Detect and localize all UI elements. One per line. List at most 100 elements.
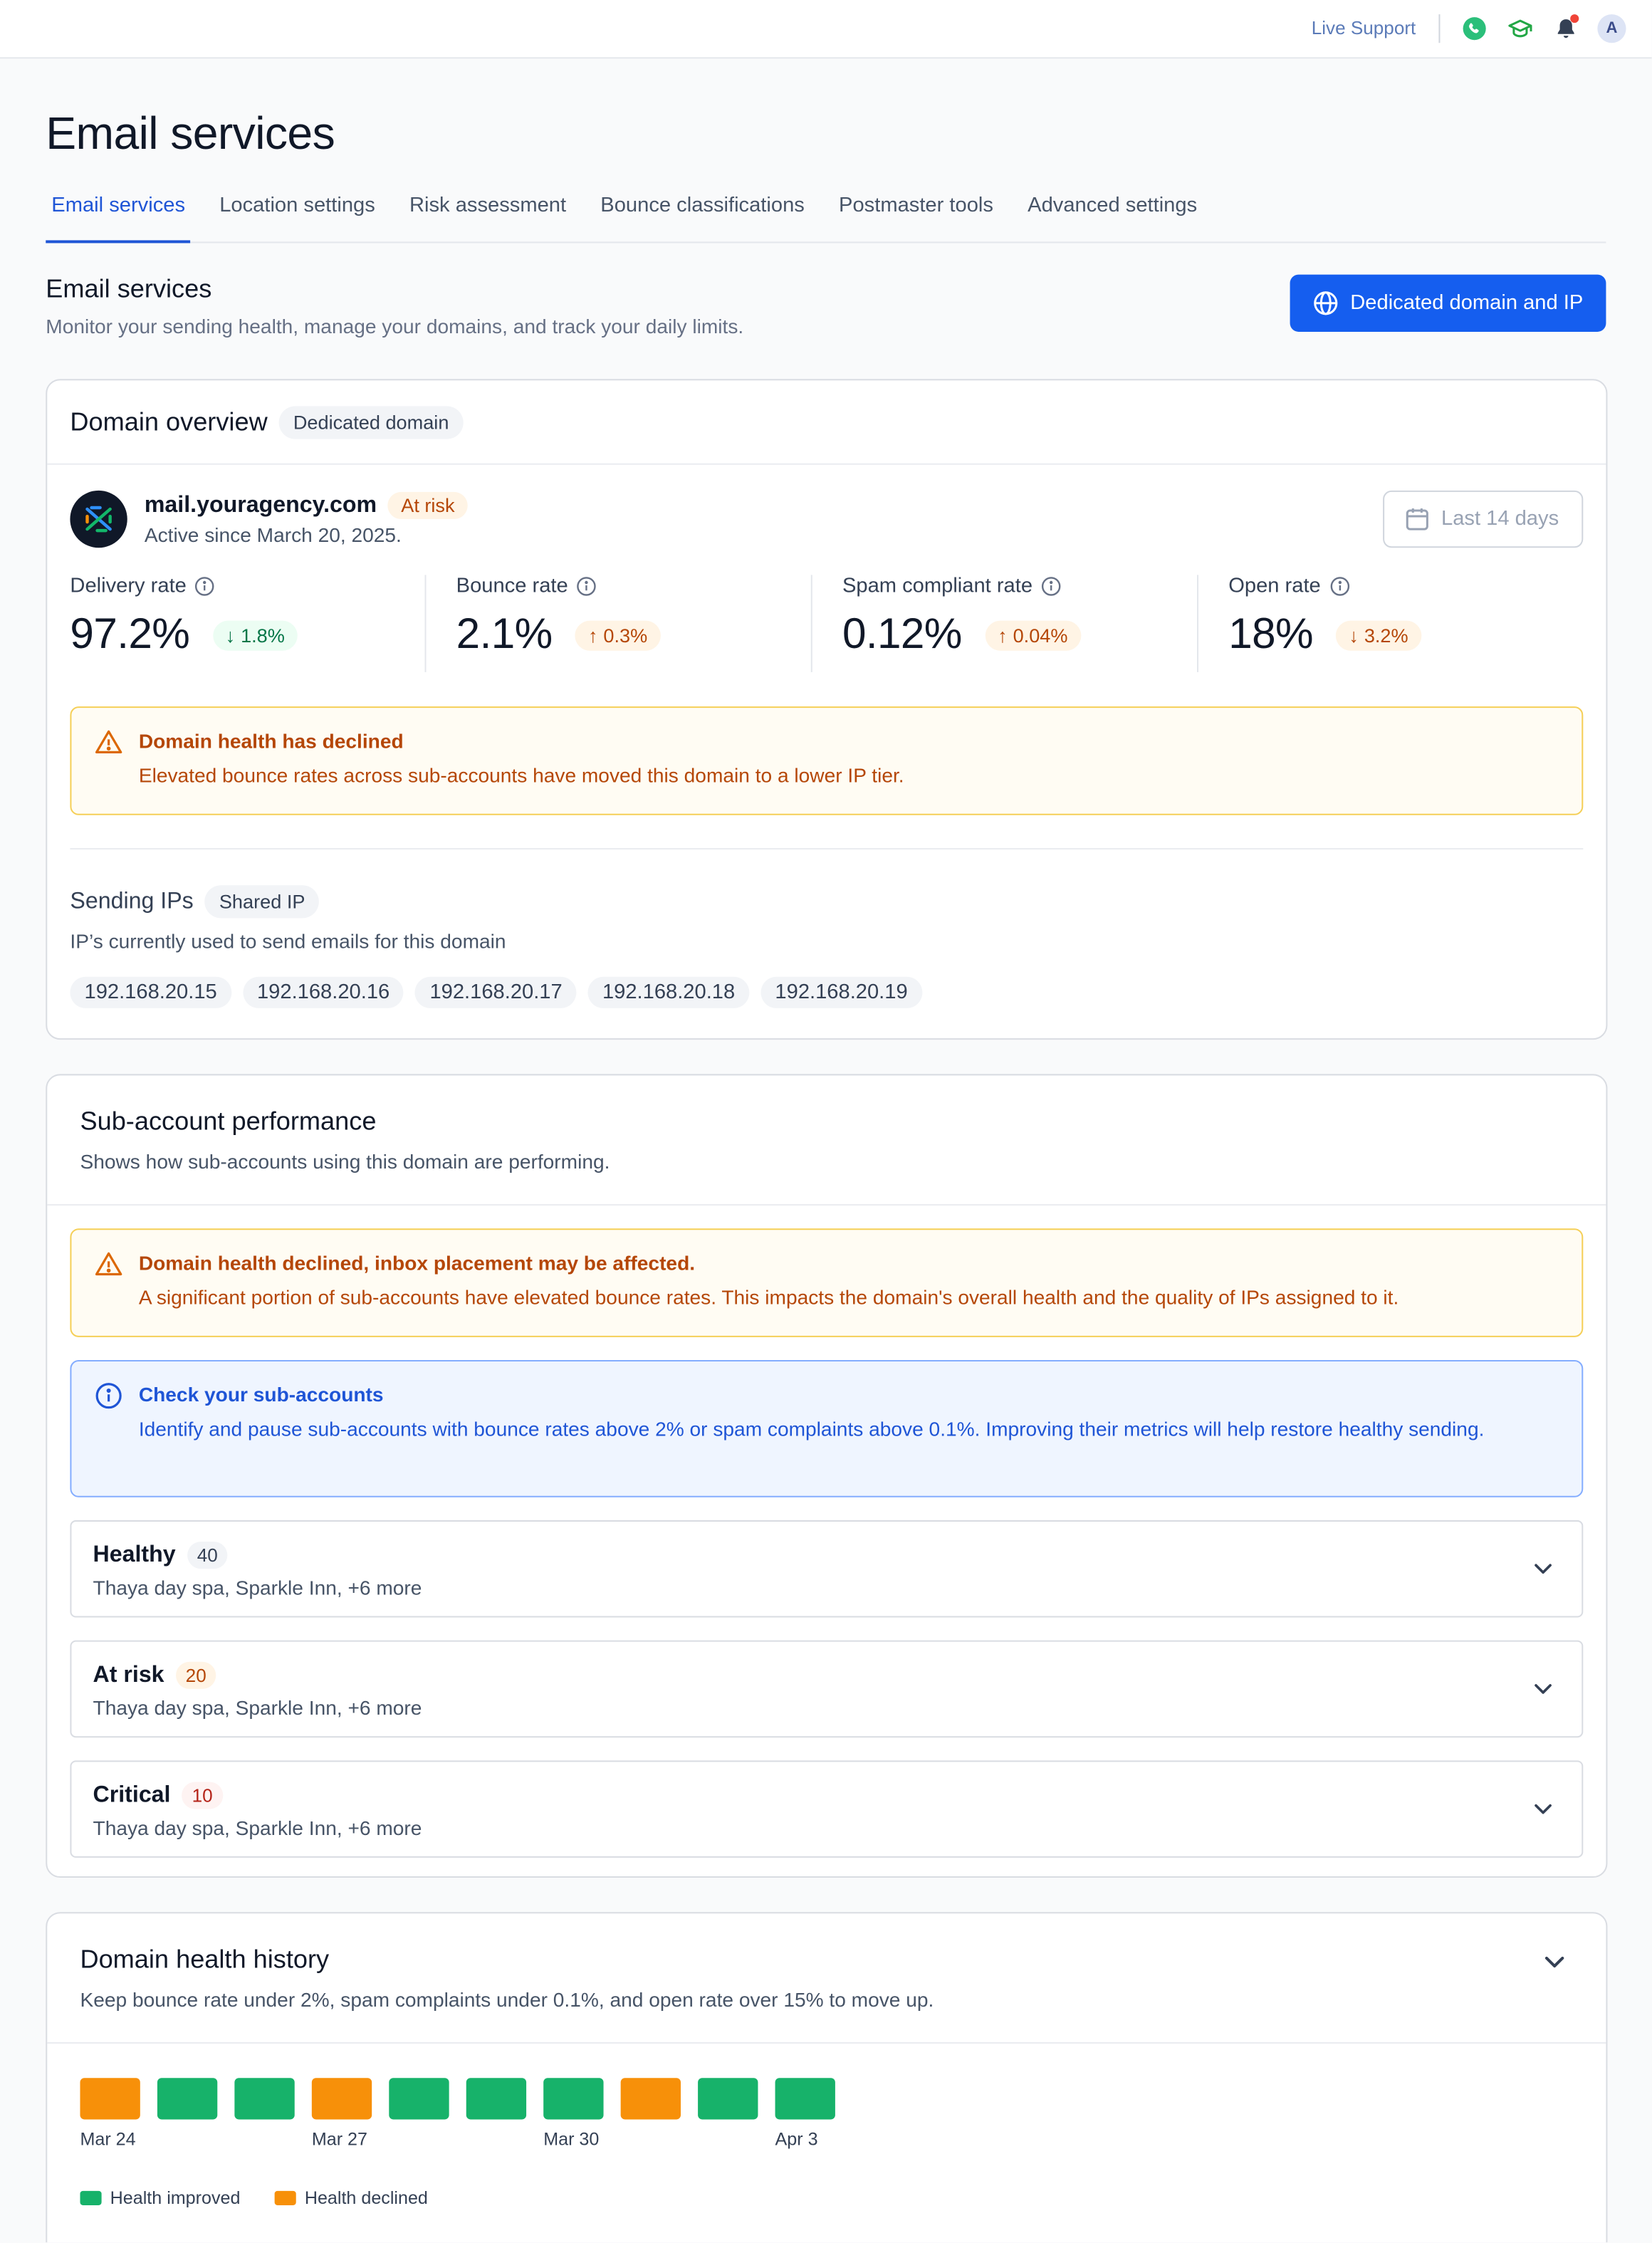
health-history-strip: Mar 24 Mar 27 Mar 30 Apr 3: [47, 2078, 1606, 2150]
info-icon[interactable]: [577, 576, 597, 596]
section-title: Email services: [46, 274, 212, 303]
history-day: Mar 27: [311, 2078, 372, 2150]
legend-label: Health declined: [304, 2187, 428, 2208]
history-title: Domain health history: [80, 1945, 330, 1974]
subaccount-title: Sub-account performance: [80, 1107, 377, 1136]
arrow-up-icon: ↑: [587, 624, 598, 646]
history-day-label: [621, 2130, 681, 2151]
subaccount-performance-card: Sub-account performance Shows how sub-ac…: [46, 1074, 1608, 1878]
history-day-box[interactable]: [311, 2078, 372, 2120]
group-critical[interactable]: Critical 10 Thaya day spa, Sparkle Inn, …: [70, 1760, 1584, 1858]
ip-chip: 192.168.20.19: [760, 976, 922, 1008]
metric-spam-rate: Spam compliant rate 0.12% ↑ 0.04%: [810, 575, 1197, 672]
history-day: [466, 2078, 527, 2150]
history-day-label: Apr 3: [775, 2129, 818, 2150]
history-day-box[interactable]: [234, 2078, 295, 2120]
info-icon[interactable]: [1329, 576, 1349, 596]
history-day-box[interactable]: [543, 2078, 604, 2120]
history-day: [157, 2078, 218, 2151]
metric-label: Spam compliant rate: [842, 575, 1033, 598]
metric-delivery-rate: Delivery rate 97.2% ↓ 1.8%: [70, 575, 424, 672]
page-title: Email services: [46, 107, 335, 159]
tab-advanced-settings[interactable]: Advanced settings: [1022, 183, 1203, 241]
date-range-button[interactable]: Last 14 days: [1382, 490, 1584, 548]
history-day-box[interactable]: [775, 2078, 835, 2120]
dedicated-domain-button-label: Dedicated domain and IP: [1350, 291, 1584, 315]
history-day-box[interactable]: [466, 2078, 527, 2120]
history-day: Mar 24: [80, 2078, 140, 2150]
alert-text: Identify and pause sub-accounts with bou…: [138, 1417, 1485, 1441]
history-subtitle: Keep bounce rate under 2%, spam complain…: [80, 1987, 934, 2011]
group-members: Thaya day spa, Sparkle Inn, +6 more: [93, 1576, 422, 1599]
tab-location-settings[interactable]: Location settings: [214, 183, 381, 241]
history-day-box[interactable]: [80, 2078, 140, 2120]
legend-swatch-improved: [80, 2190, 102, 2205]
group-members: Thaya day spa, Sparkle Inn, +6 more: [93, 1816, 422, 1839]
domain-overview-title: Domain overview: [70, 407, 268, 436]
graduation-cap-icon[interactable]: [1497, 6, 1543, 51]
tab-postmaster-tools[interactable]: Postmaster tools: [833, 183, 999, 241]
warning-icon: [95, 730, 122, 754]
legend-swatch-declined: [274, 2190, 296, 2205]
metric-value: 18%: [1228, 610, 1314, 658]
history-day-box[interactable]: [389, 2078, 449, 2120]
bell-icon[interactable]: [1543, 6, 1589, 51]
info-circle-icon: [95, 1383, 122, 1409]
ip-chip: 192.168.20.17: [415, 976, 577, 1008]
history-day-label: [157, 2130, 217, 2151]
metric-label: Open rate: [1228, 575, 1321, 598]
subaccount-header: Sub-account performance Shows how sub-ac…: [47, 1075, 1606, 1206]
history-day-label: [234, 2130, 294, 2151]
avatar-initial: A: [1597, 14, 1626, 43]
calendar-icon: [1406, 508, 1428, 530]
chevron-down-icon[interactable]: [1530, 1797, 1556, 1822]
history-day: [389, 2078, 449, 2150]
history-day-box[interactable]: [157, 2078, 218, 2120]
phone-icon[interactable]: [1452, 6, 1497, 51]
domain-overview-card: Domain overview Dedicated domain mail.yo…: [46, 379, 1608, 1040]
group-title: Critical: [93, 1782, 171, 1807]
history-day: Mar 30: [543, 2078, 604, 2150]
domain-active-since: Active since March 20, 2025.: [144, 523, 402, 547]
group-at-risk[interactable]: At risk 20 Thaya day spa, Sparkle Inn, +…: [70, 1640, 1584, 1738]
tab-risk-assessment[interactable]: Risk assessment: [404, 183, 572, 241]
tab-bounce-classifications[interactable]: Bounce classifications: [595, 183, 810, 241]
tab-email-services[interactable]: Email services: [46, 183, 192, 244]
history-header: Domain health history Keep bounce rate u…: [47, 1913, 1606, 2044]
metric-delta: 0.04%: [1013, 624, 1068, 646]
metric-trend-badge: ↓ 1.8%: [212, 619, 298, 650]
history-day-box[interactable]: [620, 2078, 681, 2120]
ip-list: 192.168.20.15 192.168.20.16 192.168.20.1…: [47, 953, 1606, 1008]
legend-declined: Health declined: [274, 2187, 428, 2208]
history-day-box[interactable]: [698, 2078, 758, 2120]
metric-delta: 3.2%: [1364, 624, 1408, 646]
dedicated-domain-button[interactable]: Dedicated domain and IP: [1290, 274, 1606, 332]
user-avatar[interactable]: A: [1589, 6, 1634, 51]
arrow-down-icon: ↓: [225, 624, 236, 646]
alert-title: Domain health declined, inbox placement …: [138, 1251, 696, 1275]
history-day-label: Mar 24: [80, 2129, 136, 2150]
chevron-down-icon[interactable]: [1540, 1947, 1569, 1976]
info-icon[interactable]: [195, 576, 215, 596]
group-healthy[interactable]: Healthy 40 Thaya day spa, Sparkle Inn, +…: [70, 1520, 1584, 1618]
subaccount-subtitle: Shows how sub-accounts using this domain…: [80, 1149, 610, 1173]
sending-ips-subtitle: IP’s currently used to send emails for t…: [70, 929, 506, 953]
metrics-row: Delivery rate 97.2% ↓ 1.8% Bounce rate 2.…: [47, 575, 1606, 672]
metric-trend-badge: ↓ 3.2%: [1336, 619, 1421, 650]
ip-chip: 192.168.20.16: [242, 976, 404, 1008]
metric-open-rate: Open rate 18% ↓ 3.2%: [1197, 575, 1583, 672]
section-header: Email services Monitor your sending heal…: [46, 273, 1606, 339]
chevron-down-icon[interactable]: [1530, 1556, 1556, 1581]
date-range-label: Last 14 days: [1441, 507, 1559, 531]
ip-type-chip: Shared IP: [204, 885, 320, 919]
history-day-label: Mar 30: [543, 2129, 600, 2150]
history-day-label: Mar 27: [311, 2129, 367, 2150]
metric-value: 0.12%: [842, 610, 962, 658]
info-icon[interactable]: [1041, 576, 1061, 596]
globe-icon: [1314, 291, 1338, 315]
metric-value: 2.1%: [456, 610, 553, 658]
live-support-link[interactable]: Live Support: [1312, 14, 1441, 43]
domain-health-alert: Domain health has declined Elevated boun…: [70, 706, 1584, 815]
ip-chip: 192.168.20.18: [587, 976, 750, 1008]
chevron-down-icon[interactable]: [1530, 1676, 1556, 1702]
